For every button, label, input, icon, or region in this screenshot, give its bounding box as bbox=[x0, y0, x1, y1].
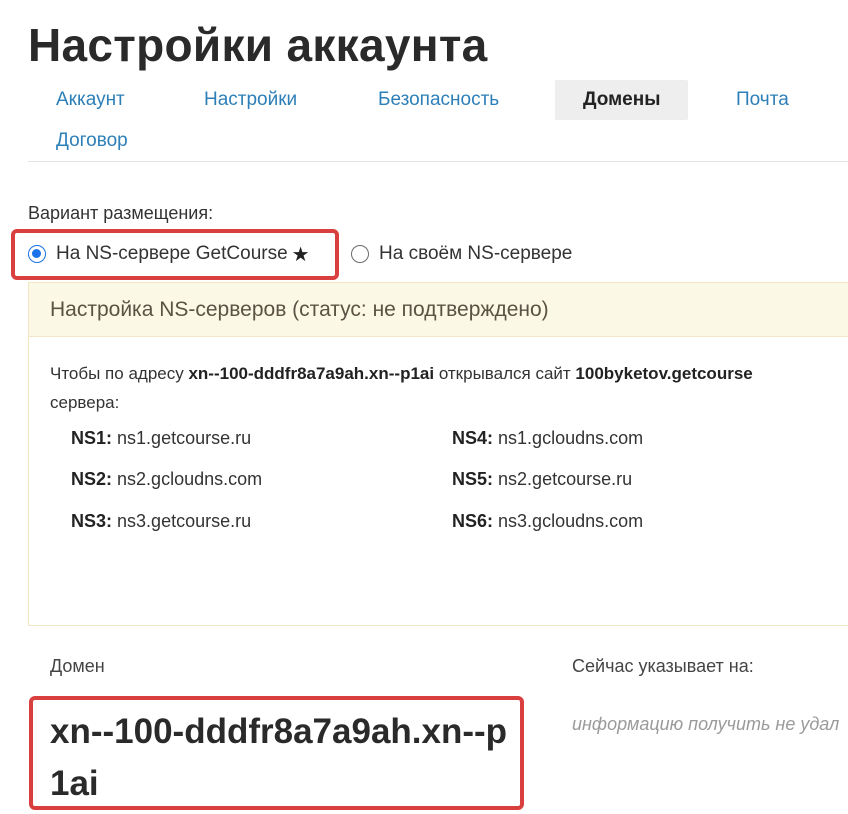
ns-server-value: ns2.gcloudns.com bbox=[117, 469, 263, 489]
ns-server-name: NS6: bbox=[452, 511, 494, 531]
ns-server-name: NS1: bbox=[71, 428, 113, 448]
ns-server-value: ns1.getcourse.ru bbox=[117, 428, 252, 448]
tab-bar: Аккаунт Настройки Безопасность Домены По… bbox=[28, 80, 848, 162]
ns-settings-panel: Настройка NS-серверов (статус: не подтве… bbox=[28, 282, 848, 626]
tab-domains[interactable]: Домены bbox=[555, 80, 689, 120]
ns-desc-domain: xn--100-dddfr8a7a9ah.xn--p1ai bbox=[188, 364, 435, 383]
ns-server-entry: NS3: ns3.getcourse.ru bbox=[71, 511, 251, 532]
radio-option-getcourse-ns[interactable]: На NS-сервере GetCourse ★ bbox=[28, 236, 310, 272]
ns-desc-middle: открывался сайт bbox=[434, 364, 576, 383]
tab-contract[interactable]: Договор bbox=[28, 121, 156, 161]
ns-server-entry: NS6: ns3.gcloudns.com bbox=[452, 511, 643, 532]
radio-unchecked-icon[interactable] bbox=[351, 245, 369, 263]
tab-account[interactable]: Аккаунт bbox=[28, 80, 153, 120]
ns-server-value: ns1.gcloudns.com bbox=[498, 428, 644, 448]
pointing-label: Сейчас указывает на: bbox=[572, 656, 754, 676]
ns-desc-prefix: Чтобы по адресу bbox=[50, 364, 189, 383]
ns-desc-site: 100byketov.getcourse bbox=[575, 364, 753, 383]
radio-option-own-ns[interactable]: На своём NS-сервере bbox=[351, 236, 572, 272]
ns-server-entry: NS5: ns2.getcourse.ru bbox=[452, 469, 632, 490]
ns-server-name: NS5: bbox=[452, 469, 494, 489]
radio-label-own-ns: На своём NS-сервере bbox=[379, 243, 573, 264]
pointing-value: информацию получить не удал bbox=[572, 714, 840, 734]
ns-desc-line2: сервера: bbox=[50, 393, 120, 412]
page-title: Настройки аккаунта bbox=[28, 19, 488, 71]
ns-panel-title: Настройка NS-серверов (статус: не подтве… bbox=[29, 283, 848, 337]
tab-settings[interactable]: Настройки bbox=[176, 80, 325, 120]
ns-server-value: ns2.getcourse.ru bbox=[498, 469, 633, 489]
radio-label-getcourse-ns: На NS-сервере GetCourse bbox=[56, 243, 288, 264]
ns-server-entry: NS4: ns1.gcloudns.com bbox=[452, 428, 643, 449]
radio-checked-icon[interactable] bbox=[28, 245, 46, 263]
tab-security[interactable]: Безопасность bbox=[350, 80, 527, 120]
ns-server-name: NS3: bbox=[71, 511, 113, 531]
tab-mail[interactable]: Почта bbox=[708, 80, 817, 120]
ns-server-name: NS4: bbox=[452, 428, 494, 448]
ns-server-name: NS2: bbox=[71, 469, 113, 489]
ns-description: Чтобы по адресу xn--100-dddfr8a7a9ah.xn-… bbox=[50, 359, 753, 417]
domain-label: Домен bbox=[50, 656, 105, 676]
ns-server-entry: NS1: ns1.getcourse.ru bbox=[71, 428, 251, 449]
ns-server-entry: NS2: ns2.gcloudns.com bbox=[71, 469, 262, 490]
star-icon: ★ bbox=[291, 243, 310, 266]
domain-value: xn--100-dddfr8a7a9ah.xn--p1ai bbox=[50, 712, 508, 803]
placement-label: Вариант размещения: bbox=[28, 203, 214, 223]
ns-server-value: ns3.getcourse.ru bbox=[117, 511, 252, 531]
ns-server-value: ns3.gcloudns.com bbox=[498, 511, 644, 531]
